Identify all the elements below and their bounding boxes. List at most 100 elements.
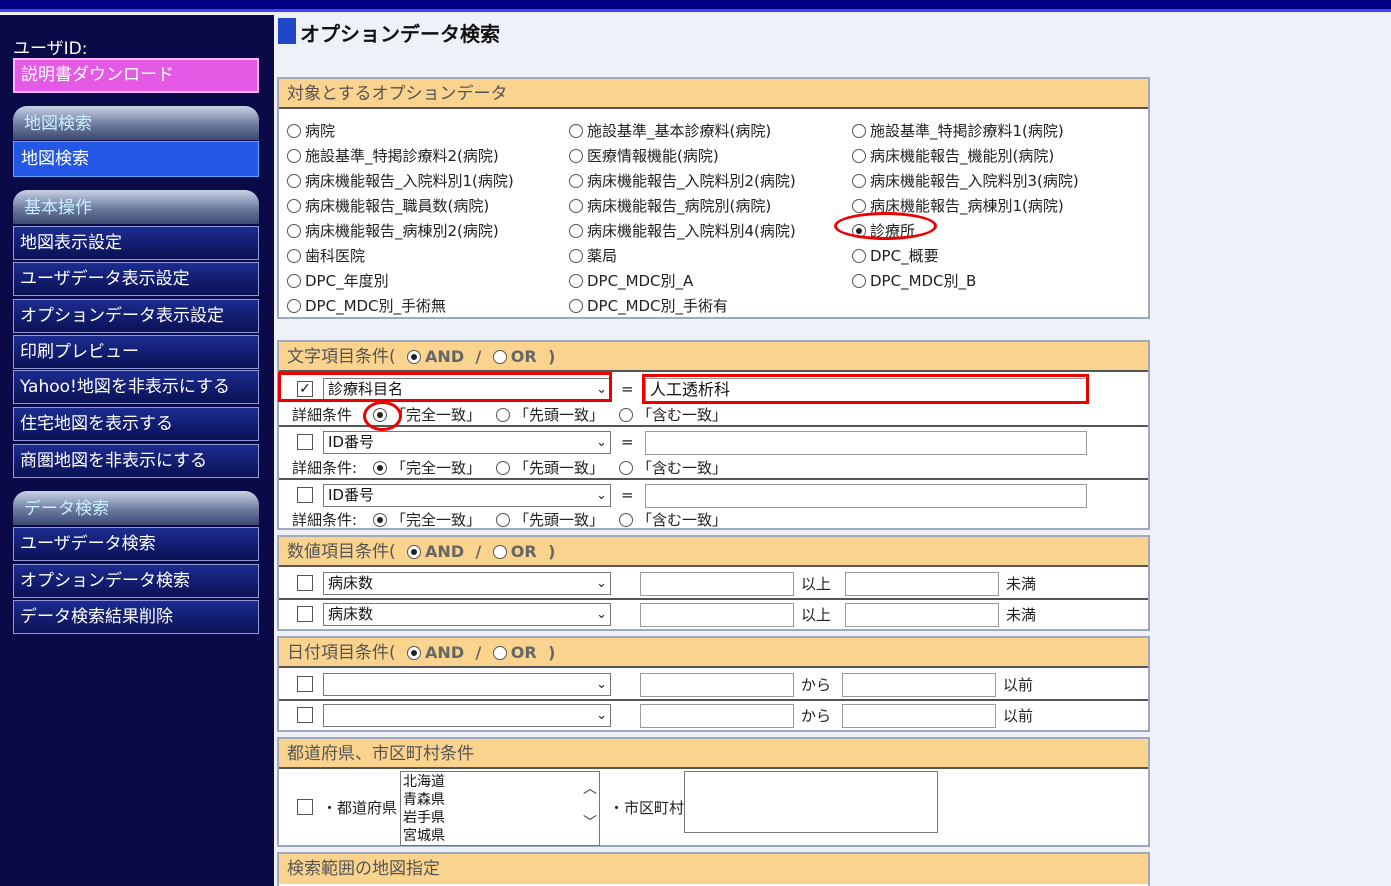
text-row1-contains-option[interactable]: 「含む一致」 [619, 404, 727, 425]
target-option-radio[interactable] [852, 174, 866, 188]
target-option[interactable]: 薬局 [569, 245, 617, 266]
target-option[interactable]: 病床機能報告_入院料別4(病院) [569, 220, 796, 241]
text-or-radio[interactable] [492, 350, 507, 364]
target-option[interactable]: DPC_MDC別_B [852, 270, 976, 291]
text-row2-contains-option[interactable]: 「含む一致」 [619, 457, 727, 478]
target-option[interactable]: 病床機能報告_病院別(病院) [569, 195, 771, 216]
target-option[interactable]: DPC_概要 [852, 245, 939, 266]
sidebar-item-map-search[interactable]: 地図検索 [13, 141, 259, 177]
target-option-radio[interactable] [287, 224, 301, 238]
sidebar-item-print-preview[interactable]: 印刷プレビュー [13, 335, 259, 369]
target-option[interactable]: 歯科医院 [287, 245, 365, 266]
date-and-radio[interactable] [407, 646, 422, 660]
target-option-radio[interactable] [569, 124, 583, 138]
target-option-radio[interactable] [852, 199, 866, 213]
sidebar-item-delete-search-results[interactable]: データ検索結果削除 [13, 600, 259, 634]
date-row2-checkbox[interactable] [297, 707, 313, 723]
sidebar-item-option-data-search[interactable]: オプションデータ検索 [13, 564, 259, 598]
text-row2-value-input[interactable] [645, 431, 1087, 455]
target-option-radio[interactable] [287, 149, 301, 163]
numeric-row2-field-select[interactable]: 病床数 ⌄ [323, 603, 611, 626]
sidebar-item-hide-yahoo-map[interactable]: Yahoo!地図を非表示にする [13, 370, 259, 404]
numeric-and-radio[interactable] [407, 545, 422, 559]
text-row3-prefix-radio[interactable] [496, 513, 510, 527]
prefecture-option[interactable]: 宮城県 [403, 827, 445, 845]
city-listbox[interactable] [684, 771, 938, 833]
sidebar-item-hide-trade-area-map[interactable]: 商圏地図を非表示にする [13, 444, 259, 478]
date-row1-to-input[interactable] [842, 673, 996, 697]
text-and-radio[interactable] [407, 350, 422, 364]
target-option[interactable]: DPC_MDC別_手術無 [287, 295, 446, 316]
numeric-row1-max-input[interactable] [845, 572, 999, 596]
date-or-radio[interactable] [492, 646, 507, 660]
chevron-up-icon[interactable]: ︿ [583, 778, 597, 798]
target-option[interactable]: DPC_MDC別_A [569, 270, 693, 291]
text-row2-exact-radio[interactable] [373, 461, 387, 475]
date-row1-field-select[interactable]: ⌄ [323, 673, 611, 696]
target-option-radio[interactable] [287, 124, 301, 138]
text-row3-checkbox[interactable] [297, 487, 313, 503]
target-option[interactable]: DPC_年度別 [287, 270, 389, 291]
text-row2-field-select[interactable]: ID番号 ⌄ [323, 431, 611, 454]
target-option-radio[interactable] [569, 224, 583, 238]
text-row2-exact-option[interactable]: 「完全一致」 [373, 457, 481, 478]
target-option-radio[interactable] [569, 149, 583, 163]
numeric-row1-field-select[interactable]: 病床数 ⌄ [323, 572, 611, 595]
sidebar-item-option-data-display-settings[interactable]: オプションデータ表示設定 [13, 299, 259, 333]
target-option-radio[interactable] [569, 249, 583, 263]
target-option[interactable]: 病床機能報告_機能別(病院) [852, 145, 1054, 166]
text-row1-contains-radio[interactable] [619, 408, 633, 422]
date-row2-to-input[interactable] [842, 704, 996, 728]
date-row1-from-input[interactable] [640, 673, 794, 697]
target-option[interactable]: 病床機能報告_病棟別2(病院) [287, 220, 499, 241]
target-option[interactable]: 病床機能報告_入院料別2(病院) [569, 170, 796, 191]
target-option[interactable]: 施設基準_特掲診療料1(病院) [852, 120, 1064, 141]
target-option-radio[interactable] [852, 124, 866, 138]
numeric-row2-max-input[interactable] [845, 603, 999, 627]
manual-download-button[interactable]: 説明書ダウンロード [13, 58, 259, 93]
target-option-radio[interactable] [287, 174, 301, 188]
prefecture-option[interactable]: 北海道 [403, 773, 445, 791]
target-option[interactable]: DPC_MDC別_手術有 [569, 295, 728, 316]
target-option-radio[interactable] [852, 249, 866, 263]
target-option[interactable]: 施設基準_基本診療料(病院) [569, 120, 771, 141]
target-option-radio[interactable] [287, 199, 301, 213]
target-option-radio[interactable] [569, 174, 583, 188]
sidebar-item-map-display-settings[interactable]: 地図表示設定 [13, 226, 259, 260]
text-row1-prefix-option[interactable]: 「先頭一致」 [496, 404, 604, 425]
numeric-row2-min-input[interactable] [640, 603, 794, 627]
date-row2-from-input[interactable] [640, 704, 794, 728]
target-option[interactable]: 医療情報機能(病院) [569, 145, 719, 166]
numeric-row1-checkbox[interactable] [297, 575, 313, 591]
target-option-radio[interactable] [852, 274, 866, 288]
text-row3-contains-option[interactable]: 「含む一致」 [619, 509, 727, 530]
text-row2-contains-radio[interactable] [619, 461, 633, 475]
target-option-radio[interactable] [569, 199, 583, 213]
prefecture-listbox[interactable]: 北海道 青森県 岩手県 宮城県 ︿ ﹀ [400, 771, 600, 846]
target-option[interactable]: 病院 [287, 120, 335, 141]
text-row2-checkbox[interactable] [297, 434, 313, 450]
text-row3-contains-radio[interactable] [619, 513, 633, 527]
target-option-radio[interactable] [287, 249, 301, 263]
text-row3-prefix-option[interactable]: 「先頭一致」 [496, 509, 604, 530]
target-option[interactable]: 病床機能報告_入院料別3(病院) [852, 170, 1079, 191]
target-option-radio[interactable] [287, 299, 301, 313]
date-row1-checkbox[interactable] [297, 676, 313, 692]
sidebar-item-user-data-display-settings[interactable]: ユーザデータ表示設定 [13, 262, 259, 296]
chevron-down-icon[interactable]: ﹀ [583, 812, 597, 832]
text-row2-prefix-option[interactable]: 「先頭一致」 [496, 457, 604, 478]
prefecture-option[interactable]: 岩手県 [403, 809, 445, 827]
numeric-row1-min-input[interactable] [640, 572, 794, 596]
text-row3-field-select[interactable]: ID番号 ⌄ [323, 484, 611, 507]
sidebar-item-user-data-search[interactable]: ユーザデータ検索 [13, 527, 259, 561]
numeric-or-radio[interactable] [492, 545, 507, 559]
target-option-radio[interactable] [569, 299, 583, 313]
text-row2-prefix-radio[interactable] [496, 461, 510, 475]
numeric-row2-checkbox[interactable] [297, 606, 313, 622]
date-row2-field-select[interactable]: ⌄ [323, 704, 611, 727]
prefecture-checkbox[interactable] [297, 799, 313, 815]
target-option-radio[interactable] [852, 149, 866, 163]
target-option[interactable]: 病床機能報告_職員数(病院) [287, 195, 489, 216]
text-row3-exact-radio[interactable] [373, 513, 387, 527]
text-row1-prefix-radio[interactable] [496, 408, 510, 422]
